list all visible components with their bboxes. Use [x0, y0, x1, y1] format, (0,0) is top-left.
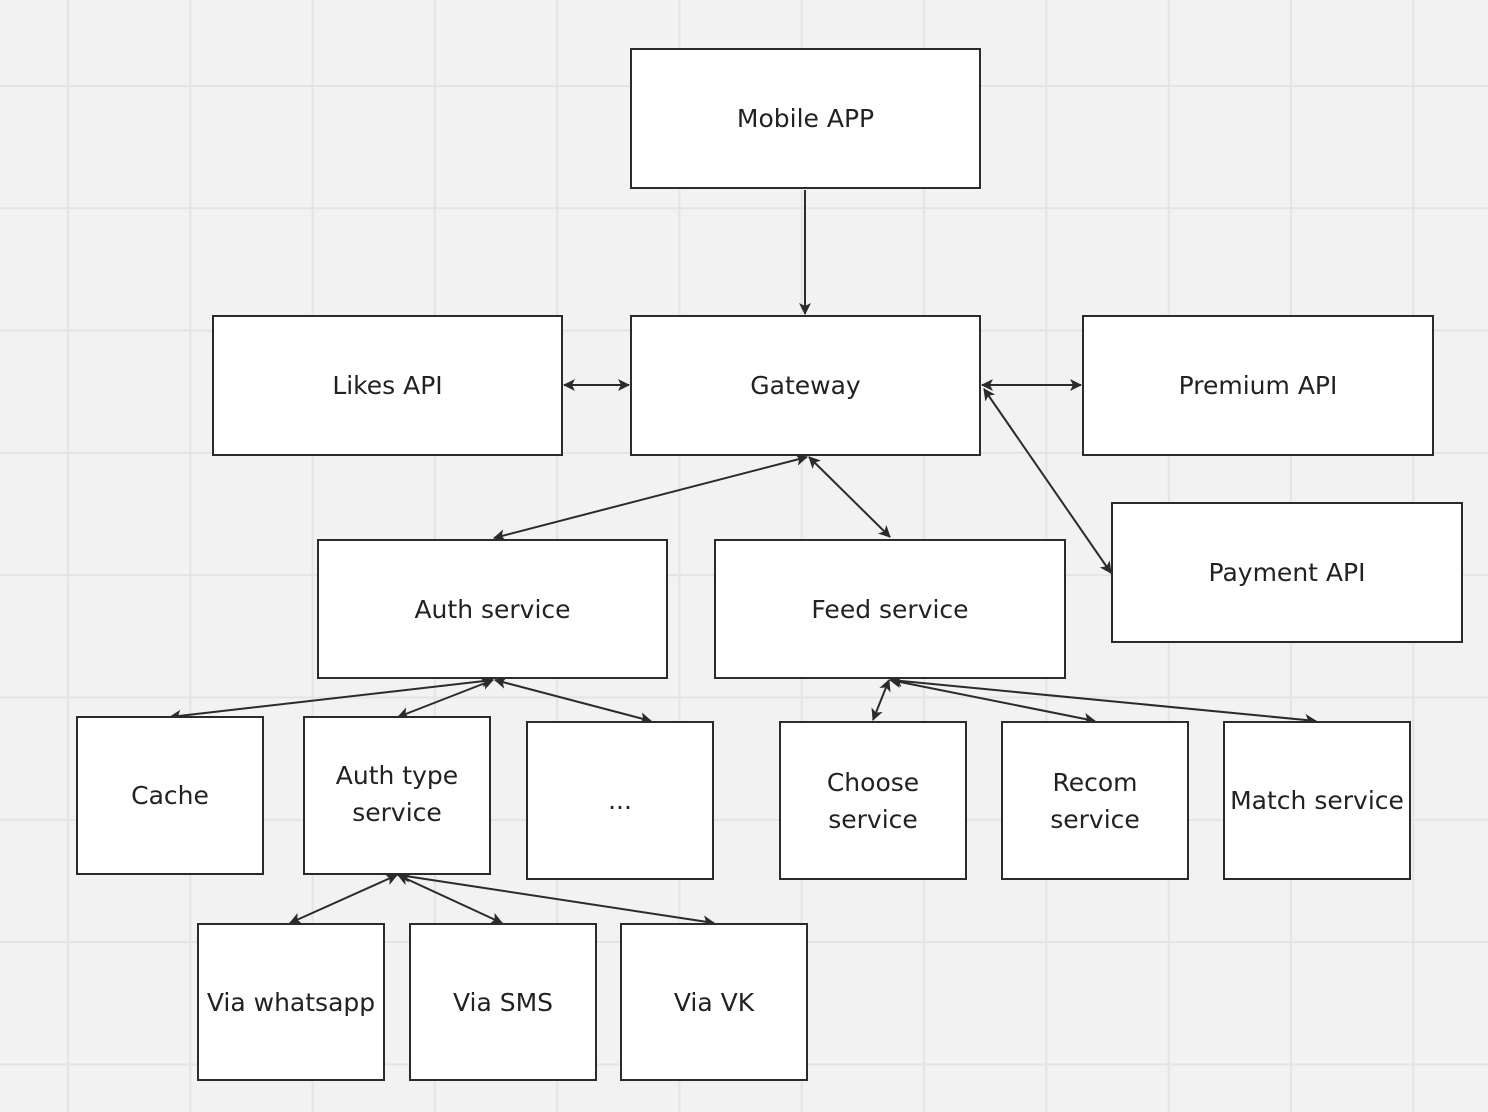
node-label: Mobile APP	[736, 104, 875, 133]
node-auth-service[interactable]: Auth service	[317, 539, 668, 679]
edge-auth-type-service-to-via-vk[interactable]	[398, 870, 715, 928]
node-premium-api[interactable]: Premium API	[1082, 315, 1434, 456]
node-mobile-app[interactable]: Mobile APP	[630, 48, 981, 189]
node-auth-type-service[interactable]: Auth type service	[303, 716, 491, 875]
node-via-vk[interactable]: Via VK	[620, 923, 808, 1081]
node-label: Premium API	[1178, 371, 1338, 400]
node-label: Via whatsapp	[206, 987, 376, 1017]
node-choose-service[interactable]: Choose service	[779, 721, 967, 880]
edge-auth-type-service-to-via-whatsapp[interactable]	[289, 874, 398, 924]
node-label: ...	[608, 786, 632, 815]
node-label: Gateway	[750, 371, 861, 400]
node-label: Via VK	[673, 987, 755, 1017]
node-payment-api[interactable]: Payment API	[1111, 502, 1463, 643]
edge-feed-service-to-recom-service[interactable]	[889, 676, 1096, 725]
edge-auth-service-to-ellipsis[interactable]	[494, 676, 652, 725]
node-label: Cache	[131, 781, 209, 810]
node-ellipsis[interactable]: ...	[526, 721, 714, 880]
node-label: Likes API	[332, 371, 443, 400]
node-label: Payment API	[1208, 558, 1366, 587]
edge-feed-service-to-choose-service[interactable]	[871, 679, 891, 721]
node-label: Choose service	[826, 767, 920, 834]
node-label: Via SMS	[452, 987, 554, 1017]
node-cache[interactable]: Cache	[76, 716, 264, 875]
edge-feed-service-to-match-service[interactable]	[890, 675, 1317, 726]
edge-gateway-to-feed-service[interactable]	[808, 456, 891, 538]
node-label: Match service	[1230, 786, 1404, 815]
node-feed-service[interactable]: Feed service	[714, 539, 1066, 679]
node-recom-service[interactable]: Recom service	[1001, 721, 1189, 880]
node-label: Recom service	[1050, 767, 1140, 834]
node-via-sms[interactable]: Via SMS	[409, 923, 597, 1081]
node-label: Auth service	[414, 594, 571, 624]
node-match-service[interactable]: Match service	[1223, 721, 1411, 880]
node-label: Auth type service	[335, 760, 459, 827]
node-via-whatsapp[interactable]: Via whatsapp	[197, 923, 385, 1081]
node-likes-api[interactable]: Likes API	[212, 315, 563, 456]
node-label: Feed service	[811, 594, 969, 624]
node-gateway[interactable]: Gateway	[630, 315, 981, 456]
edge-gateway-to-auth-service[interactable]	[493, 453, 808, 542]
